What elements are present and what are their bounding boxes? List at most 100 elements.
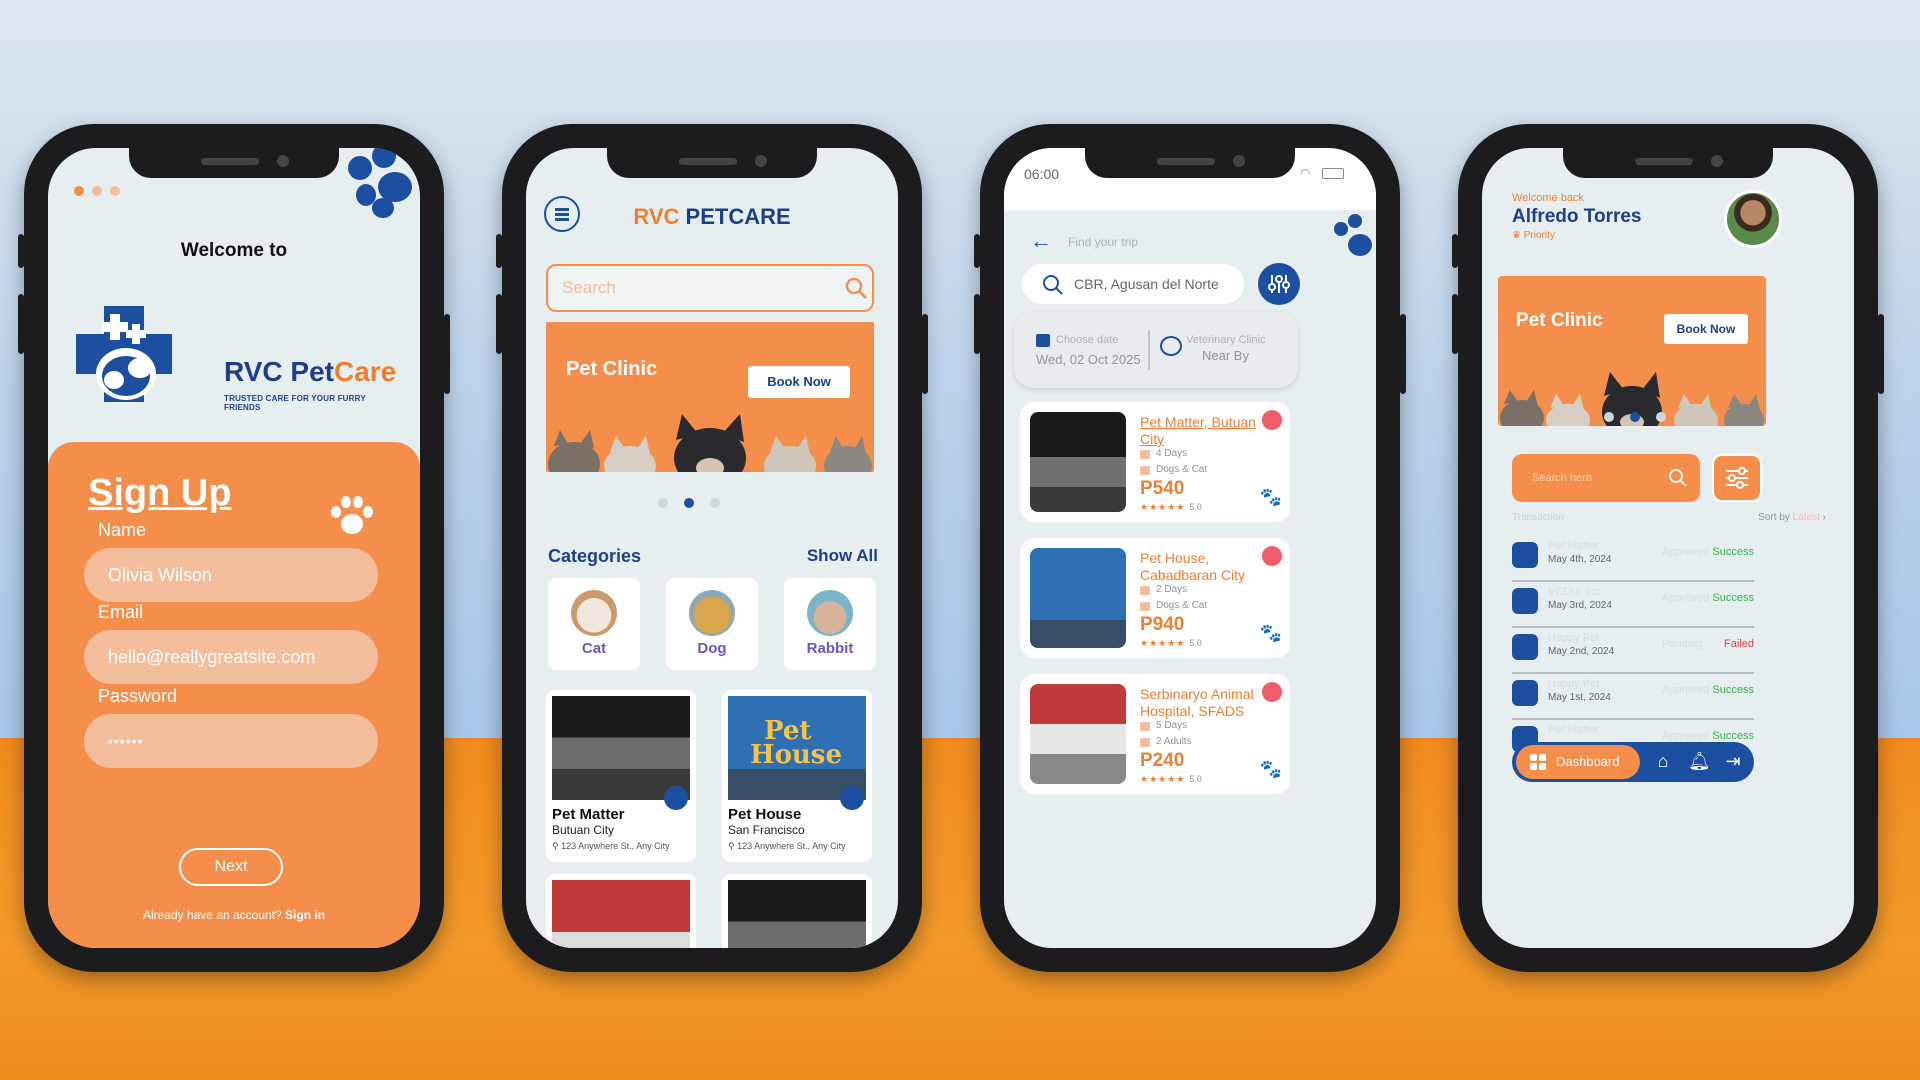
result-card[interactable]: Serbinaryo Animal Hospital, SFADS 5 Days… <box>1020 674 1290 794</box>
category-cat[interactable]: Cat <box>548 578 640 670</box>
transaction-date: May 1st, 2024 <box>1548 692 1611 703</box>
result-price: P540 <box>1140 478 1185 499</box>
dashboard-screen: Welcome back Alfredo Torres ♛ Priority P… <box>1482 148 1854 948</box>
pet-cross-logo-icon <box>76 306 172 402</box>
clinic-photo <box>728 880 866 948</box>
bell-icon[interactable]: 🔔︎ <box>1688 750 1711 772</box>
transaction-date: May 2nd, 2024 <box>1548 646 1615 657</box>
category-rabbit[interactable]: Rabbit <box>784 578 876 670</box>
next-button[interactable]: Next <box>179 848 283 886</box>
signin-link[interactable]: Sign in <box>285 908 325 922</box>
pet-clinic-banner[interactable]: Pet Clinic Book Now <box>546 322 874 472</box>
password-label: Password <box>98 686 178 706</box>
email-label: Email <box>98 602 144 622</box>
rating-stars: ★★★★★ 5.0 <box>1140 638 1202 648</box>
cat-image <box>571 590 617 636</box>
calendar-icon <box>1140 586 1150 595</box>
show-all-link[interactable]: Show All <box>807 546 878 566</box>
avatar[interactable] <box>1724 190 1782 248</box>
notch <box>1563 148 1773 178</box>
email-field[interactable]: hello@reallygreatsite.com <box>84 630 378 684</box>
book-now-button[interactable]: Book Now <box>1664 314 1748 344</box>
transaction-name: Happy Pet <box>1548 678 1600 690</box>
sort-by[interactable]: Sort by Latest › <box>1758 512 1826 523</box>
phone-dashboard: Welcome back Alfredo Torres ♛ Priority P… <box>1452 124 1884 972</box>
search-screen: 06:00 ◠ ← Find your trip CBR, Agusan del… <box>1004 148 1376 948</box>
date-value[interactable]: Wed, 02 Oct 2025 <box>1036 352 1141 367</box>
filter-button[interactable] <box>1712 454 1762 502</box>
favorite-heart-icon[interactable] <box>1262 682 1282 702</box>
welcome-back-text: Welcome back <box>1512 192 1584 204</box>
dog-image <box>689 590 735 636</box>
clinic-type-value[interactable]: Near By <box>1202 348 1249 363</box>
clinic-card[interactable]: Pet Matter Butuan City ⚲ 123 Anywhere St… <box>546 690 696 862</box>
result-price: P240 <box>1140 750 1185 771</box>
location-pin-icon: ⚲ <box>728 841 735 851</box>
transaction-row[interactable]: Happy Pet May 2nd, 2024 Pending Failed <box>1512 628 1754 674</box>
transaction-row[interactable]: Pet Matter May 4th, 2024 Approved Succes… <box>1512 536 1754 582</box>
carousel-dots[interactable] <box>1604 412 1666 422</box>
rating-stars: ★★★★★ 5.0 <box>1140 774 1202 784</box>
result-days: 4 Days <box>1156 448 1188 459</box>
transaction-name: Pet Matter <box>1548 724 1599 736</box>
search-input[interactable]: Search <box>546 264 874 312</box>
calendar-icon <box>1140 450 1150 459</box>
paw-icon: 🐾 <box>1259 487 1282 507</box>
result-type: Dogs & Cat <box>1156 600 1208 611</box>
phone-signup: Welcome to RVC PetCare TRUSTED CARE FOR … <box>18 124 450 972</box>
book-now-button[interactable]: Book Now <box>748 366 850 398</box>
filter-button[interactable] <box>1258 263 1300 305</box>
logout-icon[interactable]: ⇥ <box>1722 750 1744 772</box>
result-card[interactable]: Pet House, Cabadbaran City 2 Days Dogs &… <box>1020 538 1290 658</box>
nav-dashboard[interactable]: Dashboard <box>1516 745 1640 779</box>
name-field[interactable]: Olivia Wilson <box>84 548 378 602</box>
clinic-address: ⚲ 123 Anywhere St., Any City <box>728 841 846 851</box>
paw-icon <box>331 496 373 534</box>
favorite-heart-icon[interactable] <box>664 786 688 810</box>
search-icon[interactable] <box>1042 274 1064 296</box>
brand-name: RVC PetCare <box>224 356 397 387</box>
banner-title: Pet Clinic <box>1516 310 1603 331</box>
transaction-label: Transaction <box>1512 512 1564 523</box>
carousel-dots[interactable] <box>658 498 720 508</box>
clinic-card[interactable]: Pet House Pet House San Francisco ⚲ 123 … <box>722 690 872 862</box>
result-card[interactable]: Pet Matter, Butuan City 4 Days Dogs & Ca… <box>1020 402 1290 522</box>
notch <box>129 148 339 178</box>
signup-panel: Sign Up Name Olivia Wilson Email hello@r… <box>48 442 420 948</box>
clinic-photo <box>552 696 690 810</box>
banner-title: Pet Clinic <box>566 358 658 380</box>
back-arrow-icon[interactable]: ← <box>1030 228 1052 254</box>
clinic-city: Butuan City <box>552 823 615 837</box>
transaction-name: Pet Matter <box>1548 540 1599 552</box>
transaction-result: Success <box>1712 684 1754 696</box>
transaction-name: Happy Pet <box>1548 632 1600 644</box>
search-icon[interactable] <box>1668 468 1688 488</box>
clinic-address: ⚲ 123 Anywhere St., Any City <box>552 841 670 851</box>
result-days: 5 Days <box>1156 720 1188 731</box>
transaction-row[interactable]: VCDU, Inc. May 3rd, 2024 Approved Succes… <box>1512 582 1754 628</box>
signup-title: Sign Up <box>88 472 232 514</box>
search-icon[interactable] <box>844 276 868 300</box>
home-icon[interactable]: ⌂ <box>1652 750 1674 772</box>
result-name[interactable]: Serbinaryo Animal Hospital, SFADS <box>1140 686 1258 720</box>
paw-decoration-icon <box>1334 212 1376 262</box>
clinic-card[interactable] <box>546 874 696 948</box>
favorite-heart-icon[interactable] <box>840 786 864 810</box>
favorite-heart-icon[interactable] <box>1262 410 1282 430</box>
transaction-status: Approved <box>1662 592 1710 604</box>
transaction-status: Approved <box>1662 730 1710 742</box>
dashboard-grid-icon <box>1530 754 1546 770</box>
app-title: RVC PETCARE <box>633 204 791 229</box>
result-name[interactable]: Pet House, Cabadbaran City <box>1140 550 1258 584</box>
category-dog[interactable]: Dog <box>666 578 758 670</box>
clinic-type-label: Veterinary Clinic <box>1186 334 1266 346</box>
clinic-photo <box>552 880 690 948</box>
favorite-heart-icon[interactable] <box>1262 546 1282 566</box>
password-field[interactable]: •••••• <box>84 714 378 768</box>
result-name[interactable]: Pet Matter, Butuan City <box>1140 414 1258 448</box>
trip-options[interactable]: Choose date Wed, 02 Oct 2025 Veterinary … <box>1014 312 1298 388</box>
calendar-icon <box>1036 334 1050 347</box>
transaction-row[interactable]: Happy Pet May 1st, 2024 Approved Success <box>1512 674 1754 720</box>
clinic-card[interactable] <box>722 874 872 948</box>
pet-clinic-banner[interactable]: Pet Clinic Book Now <box>1498 276 1766 426</box>
